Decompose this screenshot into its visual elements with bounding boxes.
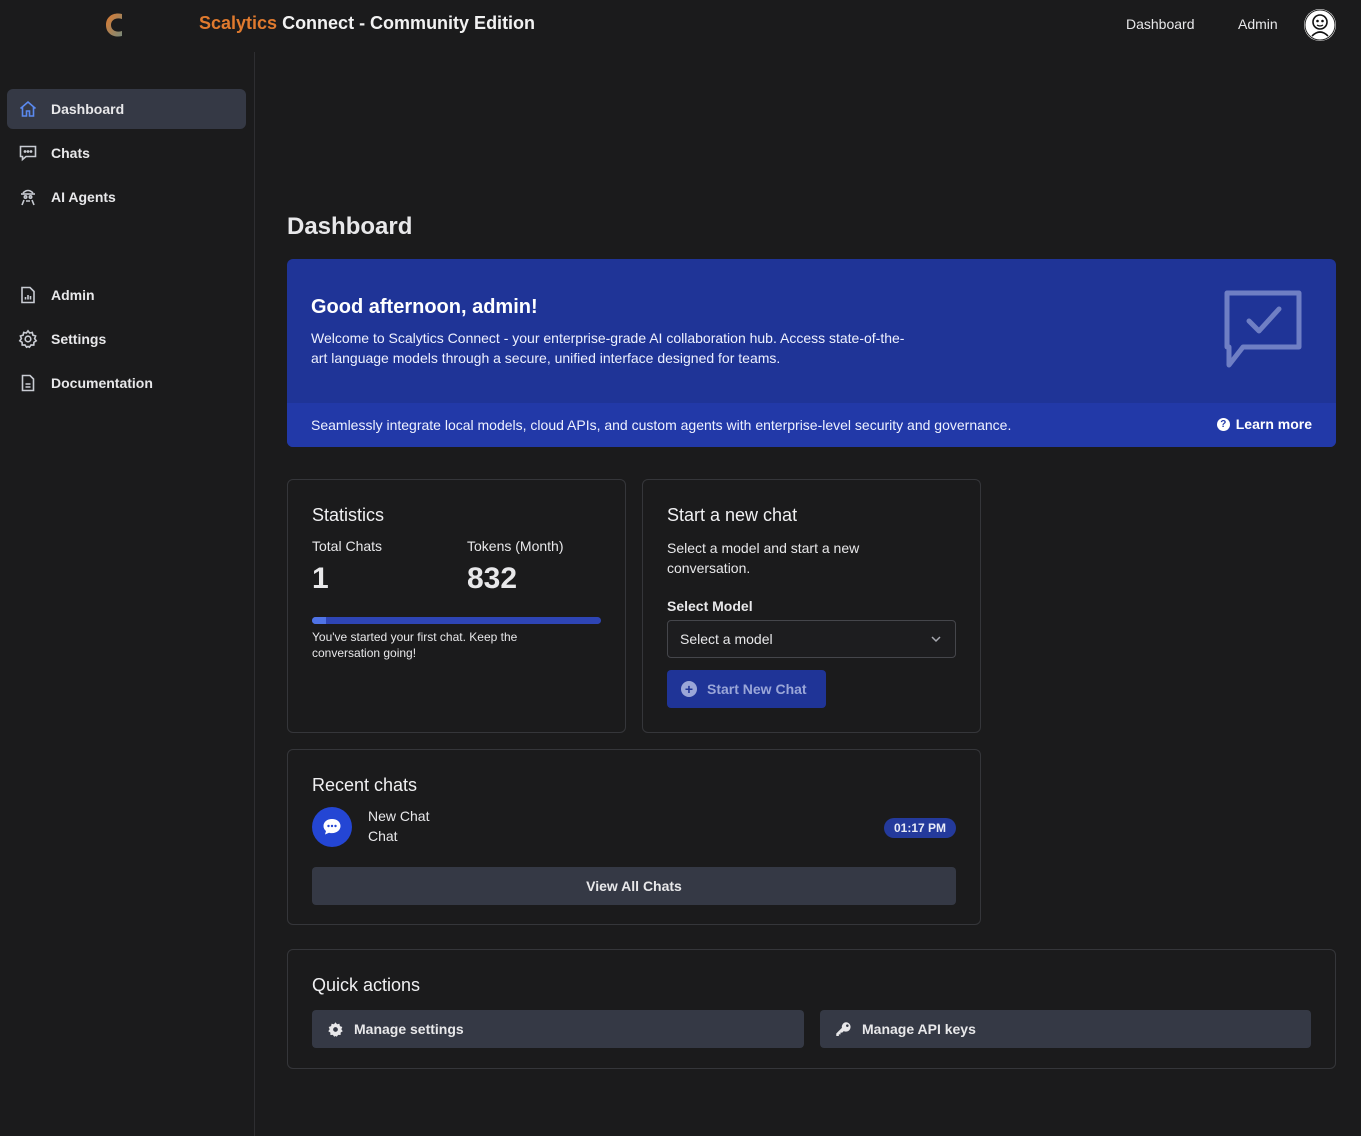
sidebar-item-label: Settings <box>51 331 107 347</box>
learn-more-label: Learn more <box>1235 416 1312 432</box>
app-logo-icon[interactable] <box>100 10 128 40</box>
new-chat-description: Select a model and start a new conversat… <box>667 540 860 576</box>
avatar[interactable] <box>1304 9 1336 41</box>
welcome-text: Welcome to Scalytics Connect - your ente… <box>311 330 905 366</box>
statistics-card: Statistics Total Chats 1 Tokens (Month) … <box>287 479 626 733</box>
select-model-label: Select Model <box>667 598 753 614</box>
chat-item-title[interactable]: New Chat <box>368 808 429 824</box>
welcome-greeting: Good afternoon, admin! <box>311 296 538 318</box>
quick-actions-title: Quick actions <box>312 975 421 995</box>
app-brand: Scalytics <box>199 13 278 33</box>
help-icon: ? <box>1216 417 1230 431</box>
gear-icon <box>17 328 39 350</box>
top-bar: Scalytics Connect - Community Edition Da… <box>0 0 1361 52</box>
new-chat-title: Start a new chat <box>667 505 798 525</box>
sidebar-item-settings[interactable]: Settings <box>7 319 246 359</box>
quick-actions-card: Quick actions Manage settings Manage API… <box>287 949 1336 1069</box>
sidebar-item-label: AI Agents <box>51 189 116 205</box>
chat-item-subtitle: Chat <box>368 828 398 844</box>
sidebar-item-label: Admin <box>51 287 95 303</box>
recent-chats-card: Recent chats New Chat Chat 01:17 PM View… <box>287 749 981 925</box>
nav-dashboard-link[interactable]: Dashboard <box>1126 16 1195 32</box>
total-chats-label: Total Chats <box>312 538 383 554</box>
page-title: Dashboard <box>287 213 413 240</box>
sidebar-item-label: Chats <box>51 145 90 161</box>
chat-progress-fill <box>312 617 327 624</box>
sidebar-item-chats[interactable]: Chats <box>7 133 246 173</box>
total-chats-value: 1 <box>312 562 329 595</box>
sidebar-item-documentation[interactable]: Documentation <box>7 363 246 403</box>
new-chat-card: Start a new chat Select a model and star… <box>642 479 981 733</box>
model-select[interactable]: Select a model <box>667 620 956 658</box>
manage-api-keys-label: Manage API keys <box>862 1021 976 1037</box>
chat-item-avatar[interactable] <box>312 807 352 847</box>
chat-dots-icon <box>323 819 341 835</box>
agent-icon <box>17 186 39 208</box>
welcome-footer: Seamlessly integrate local models, cloud… <box>287 403 1336 447</box>
report-icon <box>17 284 39 306</box>
sidebar: Dashboard Chats AI Agents Admin Settings… <box>0 52 255 1136</box>
app-title-rest: Connect - Community Edition <box>277 13 536 33</box>
learn-more-link[interactable]: ? Learn more <box>1216 416 1312 432</box>
start-new-chat-label: Start New Chat <box>707 681 807 697</box>
model-select-value: Select a model <box>680 631 773 647</box>
sidebar-item-label: Dashboard <box>51 101 125 117</box>
document-icon <box>17 372 39 394</box>
sidebar-item-admin[interactable]: Admin <box>7 275 246 315</box>
recent-chats-title: Recent chats <box>312 775 418 795</box>
chat-bubble-icon <box>17 142 39 164</box>
manage-settings-button[interactable]: Manage settings <box>312 1010 804 1048</box>
chat-check-icon <box>1221 289 1305 373</box>
app-title: Scalytics Connect - Community Edition <box>199 13 535 34</box>
user-avatar-icon <box>1304 9 1336 41</box>
plus-circle-icon: + <box>681 681 697 697</box>
sidebar-item-ai-agents[interactable]: AI Agents <box>7 177 246 217</box>
chat-progress-bar <box>312 617 601 624</box>
start-new-chat-button[interactable]: + Start New Chat <box>667 670 826 708</box>
chevron-down-icon <box>929 632 943 646</box>
key-icon <box>834 1020 852 1038</box>
home-icon <box>17 98 39 120</box>
welcome-banner: Good afternoon, admin! Welcome to Scalyt… <box>287 259 1336 447</box>
statistics-title: Statistics <box>312 505 385 525</box>
chat-item-time-badge: 01:17 PM <box>883 818 956 838</box>
tokens-month-value: 832 <box>467 562 518 595</box>
manage-api-keys-button[interactable]: Manage API keys <box>820 1010 1311 1048</box>
gear-icon <box>326 1020 344 1038</box>
nav-admin-link[interactable]: Admin <box>1238 16 1278 32</box>
sidebar-item-label: Documentation <box>51 375 153 391</box>
statistics-note: You've started your first chat. Keep the… <box>312 630 518 660</box>
view-all-chats-button[interactable]: View All Chats <box>312 867 956 905</box>
sidebar-item-dashboard[interactable]: Dashboard <box>7 89 246 129</box>
tokens-month-label: Tokens (Month) <box>467 538 564 554</box>
welcome-footer-text: Seamlessly integrate local models, cloud… <box>311 417 1012 433</box>
manage-settings-label: Manage settings <box>354 1021 464 1037</box>
